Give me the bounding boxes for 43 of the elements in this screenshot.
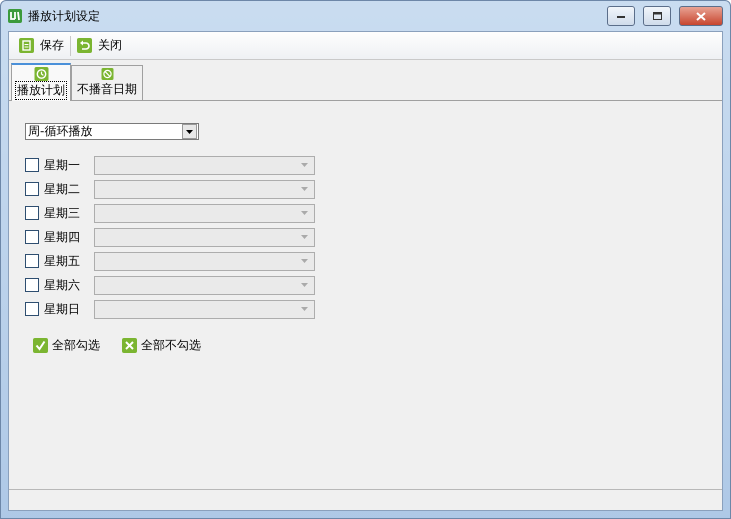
undo-icon	[77, 38, 92, 53]
app-icon	[8, 9, 22, 23]
caret-icon	[186, 130, 193, 134]
checkbox[interactable]	[25, 278, 39, 292]
checkbox[interactable]	[25, 206, 39, 220]
close-button[interactable]	[679, 6, 723, 26]
clock-icon	[34, 67, 48, 81]
checkbox[interactable]	[25, 302, 39, 316]
day-label: 星期二	[44, 180, 81, 198]
day-label: 星期四	[44, 228, 81, 246]
window-title: 播放计划设定	[28, 8, 101, 24]
day-label: 星期一	[44, 156, 81, 174]
day-label: 星期五	[44, 252, 81, 270]
mode-dropdown[interactable]: 周-循环播放	[25, 123, 199, 140]
document-icon	[19, 38, 34, 53]
caret-icon	[301, 187, 308, 191]
checkbox[interactable]	[25, 182, 39, 196]
save-button[interactable]: 保存	[13, 34, 70, 58]
maximize-icon	[652, 12, 662, 20]
checkmark-icon	[33, 338, 48, 353]
caret-icon	[301, 211, 308, 215]
day-label: 星期日	[44, 300, 81, 318]
caret-icon	[301, 283, 308, 287]
maximize-button[interactable]	[643, 6, 671, 26]
day-label: 星期三	[44, 204, 81, 222]
select-all-button[interactable]: 全部勾选	[33, 337, 100, 354]
checkbox[interactable]	[25, 230, 39, 244]
prohibited-icon	[100, 68, 114, 80]
day-label: 星期六	[44, 276, 81, 294]
deselect-all-button[interactable]: 全部不勾选	[122, 337, 201, 354]
checkbox[interactable]	[25, 158, 39, 172]
minimize-icon	[617, 14, 625, 18]
tab[interactable]: 播放计划	[11, 63, 71, 101]
minimize-button[interactable]	[607, 6, 635, 26]
caret-icon	[301, 307, 308, 311]
caret-icon	[301, 235, 308, 239]
close-button[interactable]: 关闭	[71, 34, 128, 58]
caret-icon	[301, 163, 308, 167]
cross-icon	[122, 338, 137, 353]
tab[interactable]: 不播音日期	[71, 65, 143, 100]
checkbox[interactable]	[25, 254, 39, 268]
close-icon	[696, 12, 706, 20]
caret-icon	[301, 259, 308, 263]
